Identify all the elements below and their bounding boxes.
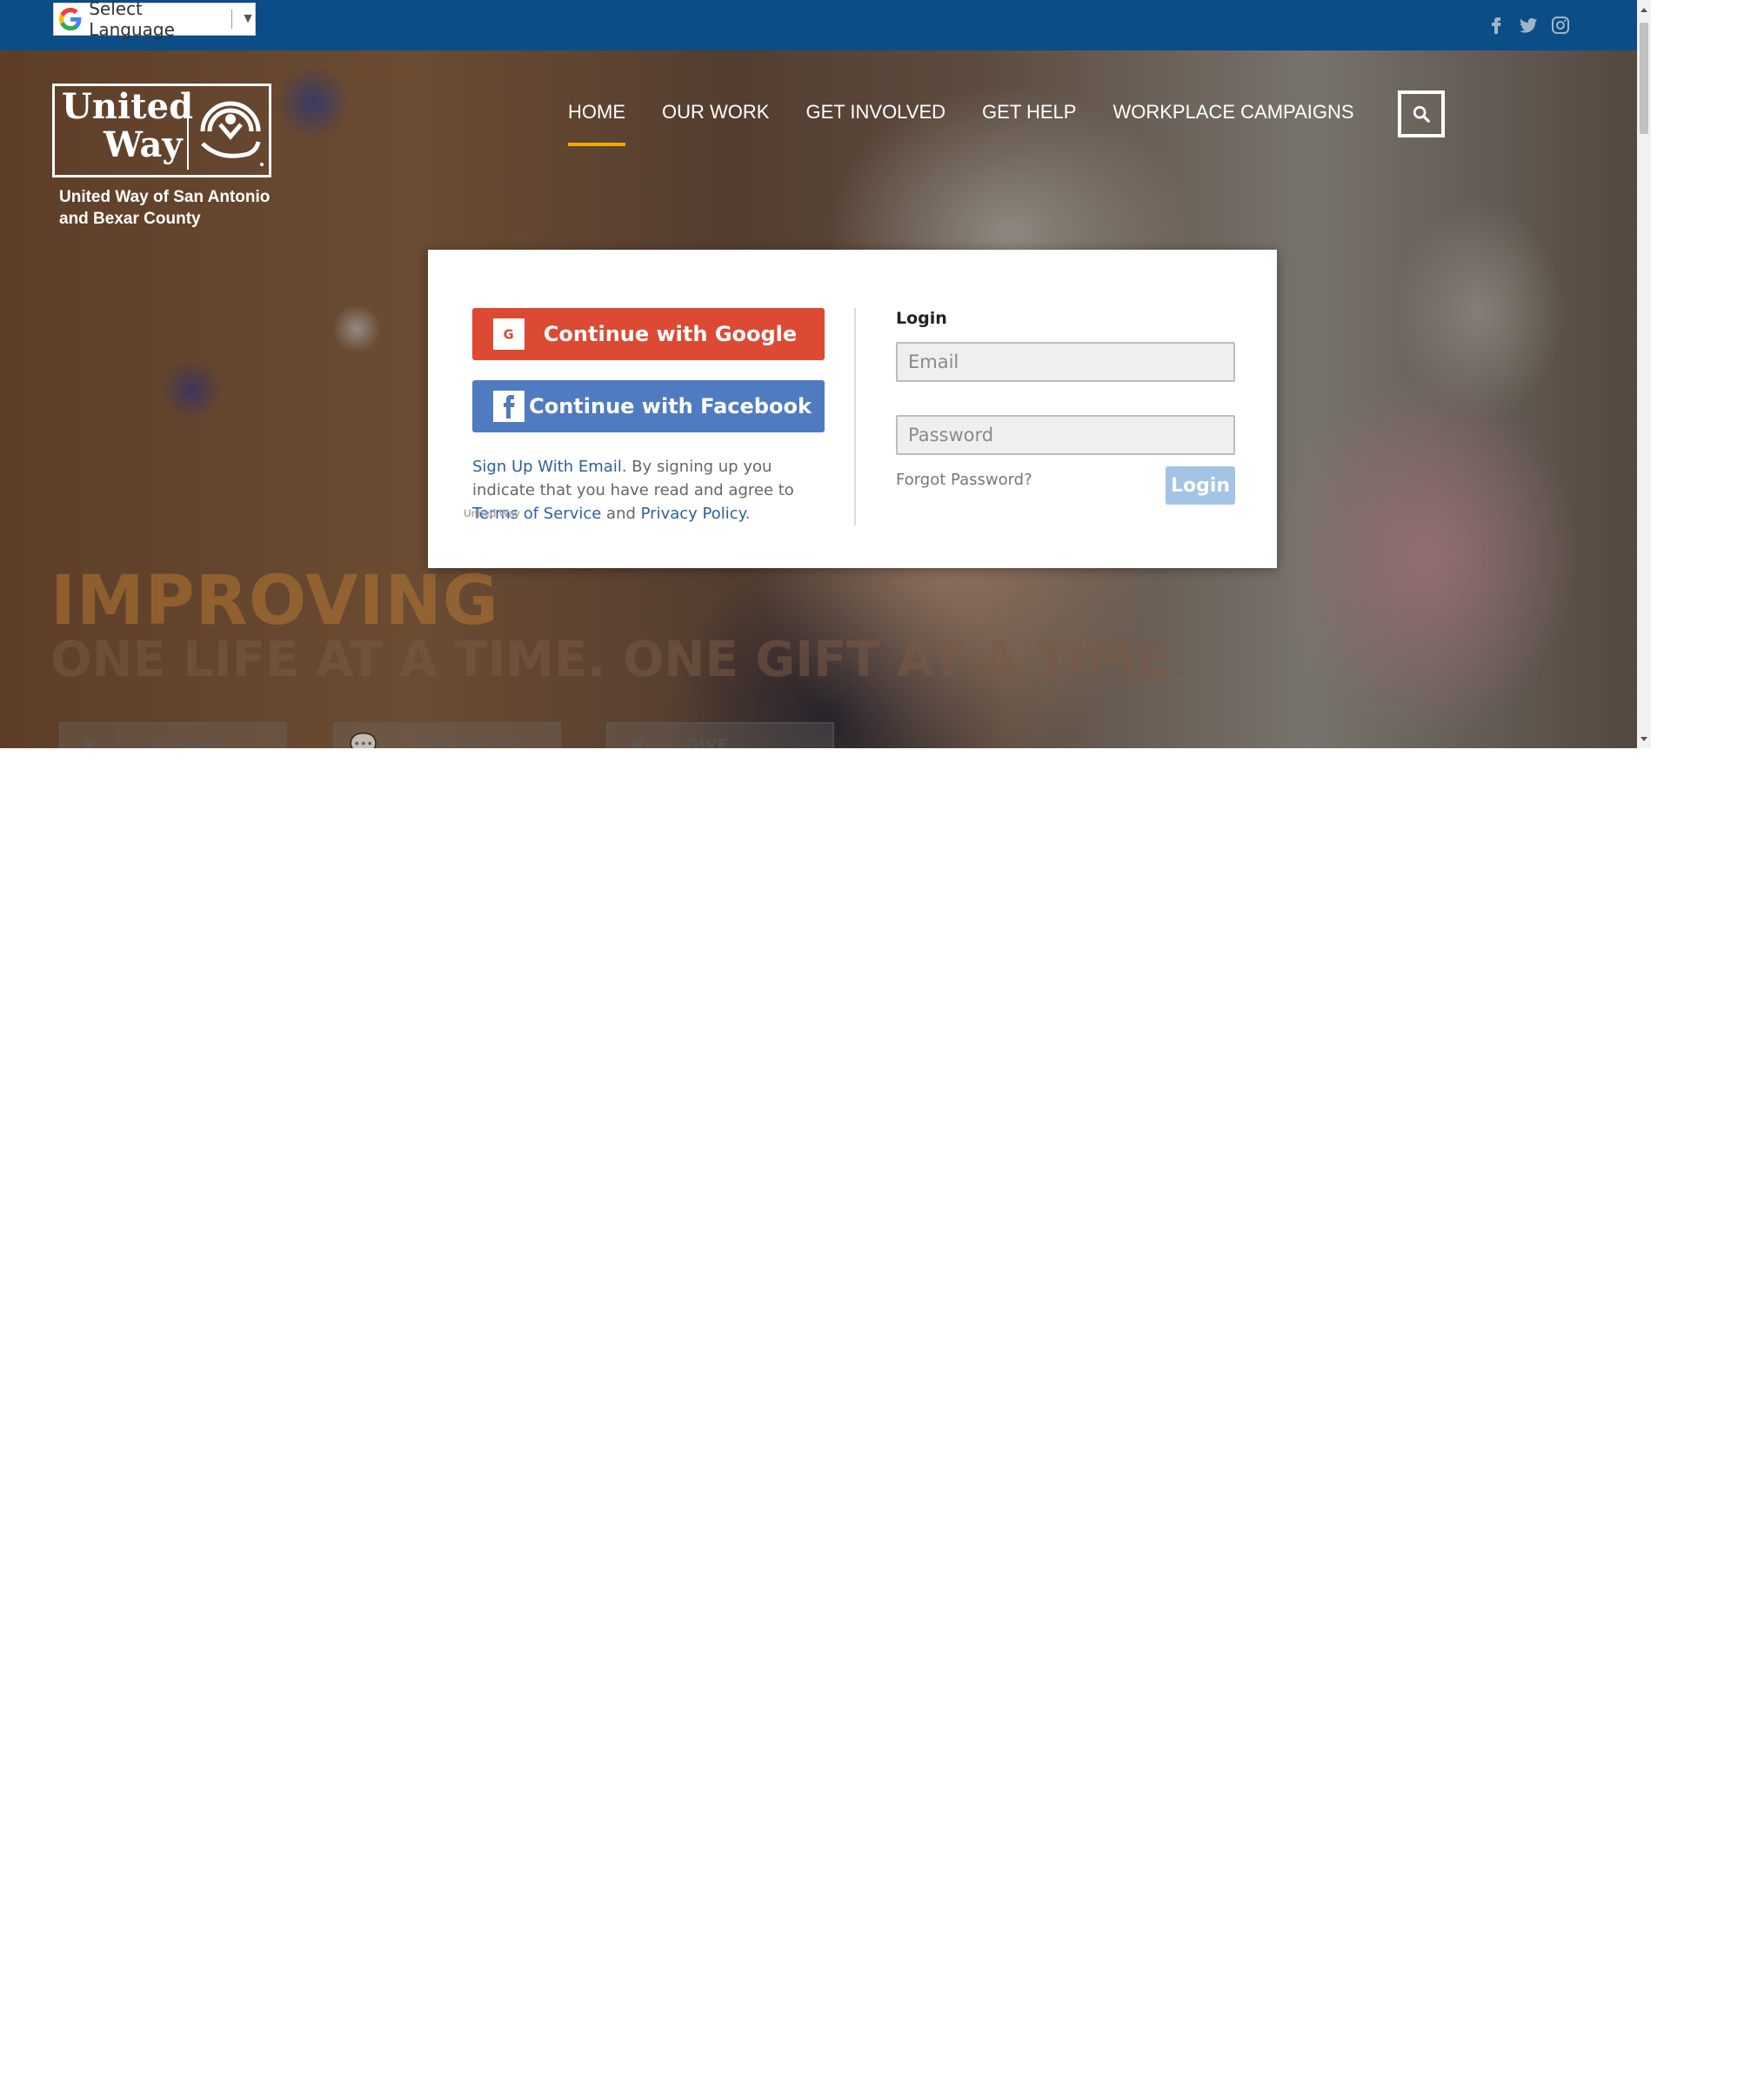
logo-subtitle: United Way of San Antonio and Bexar Coun… — [59, 186, 270, 230]
united-way-emblem-icon — [200, 101, 264, 166]
logo-word-way: Way — [104, 124, 183, 165]
chevron-down-icon: ▼ — [241, 11, 256, 26]
vertical-scrollbar[interactable] — [1637, 0, 1651, 748]
chat-icon: 💬 — [335, 726, 394, 748]
scroll-down-icon[interactable] — [1640, 737, 1647, 741]
facebook-label: Continue with Facebook — [529, 394, 812, 418]
login-modal: G Continue with Google Continue with Fac… — [428, 250, 1277, 568]
privacy-policy-link[interactable]: Privacy Policy — [641, 505, 745, 523]
continue-with-google-button[interactable]: G Continue with Google — [472, 308, 825, 360]
top-bar: Select Language ▼ — [0, 0, 1637, 50]
hero-headline: IMPROVING — [50, 562, 499, 640]
main-nav: HOME OUR WORK GET INVOLVED GET HELP WORK… — [568, 101, 1391, 146]
nav-item-our-work[interactable]: OUR WORK — [662, 101, 769, 124]
google-label: Continue with Google — [543, 322, 798, 346]
and-text: and — [601, 505, 641, 523]
login-heading: Login — [896, 309, 947, 328]
google-icon — [59, 7, 82, 31]
get-help-button[interactable]: ♥ GET HELP — [59, 722, 287, 748]
language-label: Select Language — [89, 0, 175, 40]
heart-icon: ♥ — [608, 726, 667, 748]
forgot-password-link[interactable]: Forgot Password? — [896, 471, 1032, 489]
scrollbar-thumb[interactable] — [1640, 23, 1648, 134]
heart-icon: ♥ — [61, 726, 120, 748]
browser-viewport: Select Language ▼ IMPROVING ONE LIFE AT … — [0, 0, 1651, 748]
scroll-up-icon[interactable] — [1640, 8, 1647, 12]
united-way-logo[interactable]: United Way — [52, 84, 271, 177]
google-g-icon: G — [493, 318, 525, 350]
language-divider — [231, 10, 233, 29]
nav-item-home[interactable]: HOME — [568, 101, 625, 146]
logo-word-united: United — [62, 86, 194, 127]
instagram-icon[interactable] — [1550, 15, 1571, 36]
get-help-label: GET HELP — [139, 735, 224, 749]
continue-with-facebook-button[interactable]: Continue with Facebook — [472, 380, 825, 432]
nav-item-get-involved[interactable]: GET INVOLVED — [805, 101, 945, 124]
signup-terms-text: Sign Up With Email. By signing up you in… — [472, 455, 838, 525]
contact-us-label: CONTACT US — [413, 735, 525, 749]
facebook-f-icon — [493, 391, 525, 422]
twitter-icon[interactable] — [1518, 15, 1539, 36]
united-way-small-label: United Way — [464, 507, 520, 519]
give-button[interactable]: ♥ GIVE — [606, 722, 834, 748]
hero-subheadline: ONE LIFE AT A TIME. ONE GIFT AT A TIME. — [50, 632, 1187, 688]
nav-item-get-help[interactable]: GET HELP — [982, 101, 1076, 124]
contact-us-button[interactable]: 💬 CONTACT US — [333, 722, 561, 748]
period-text: . — [745, 505, 751, 523]
modal-divider — [854, 308, 856, 525]
search-icon — [1413, 105, 1430, 123]
language-selector[interactable]: Select Language ▼ — [53, 0, 256, 40]
password-field[interactable] — [896, 415, 1235, 455]
login-button[interactable]: Login — [1166, 466, 1235, 505]
email-field[interactable] — [896, 342, 1235, 382]
svg-text:G: G — [504, 328, 514, 343]
facebook-icon[interactable] — [1486, 15, 1507, 36]
signup-with-email-link[interactable]: Sign Up With Email. — [472, 458, 627, 476]
logo-subtitle-line1: United Way of San Antonio — [59, 188, 271, 206]
logo-divider — [187, 91, 189, 170]
search-button[interactable] — [1398, 90, 1445, 137]
give-label: GIVE — [686, 735, 728, 749]
logo-subtitle-line2: and Bexar County — [59, 210, 201, 228]
nav-item-workplace-campaigns[interactable]: WORKPLACE CAMPAIGNS — [1113, 101, 1353, 124]
